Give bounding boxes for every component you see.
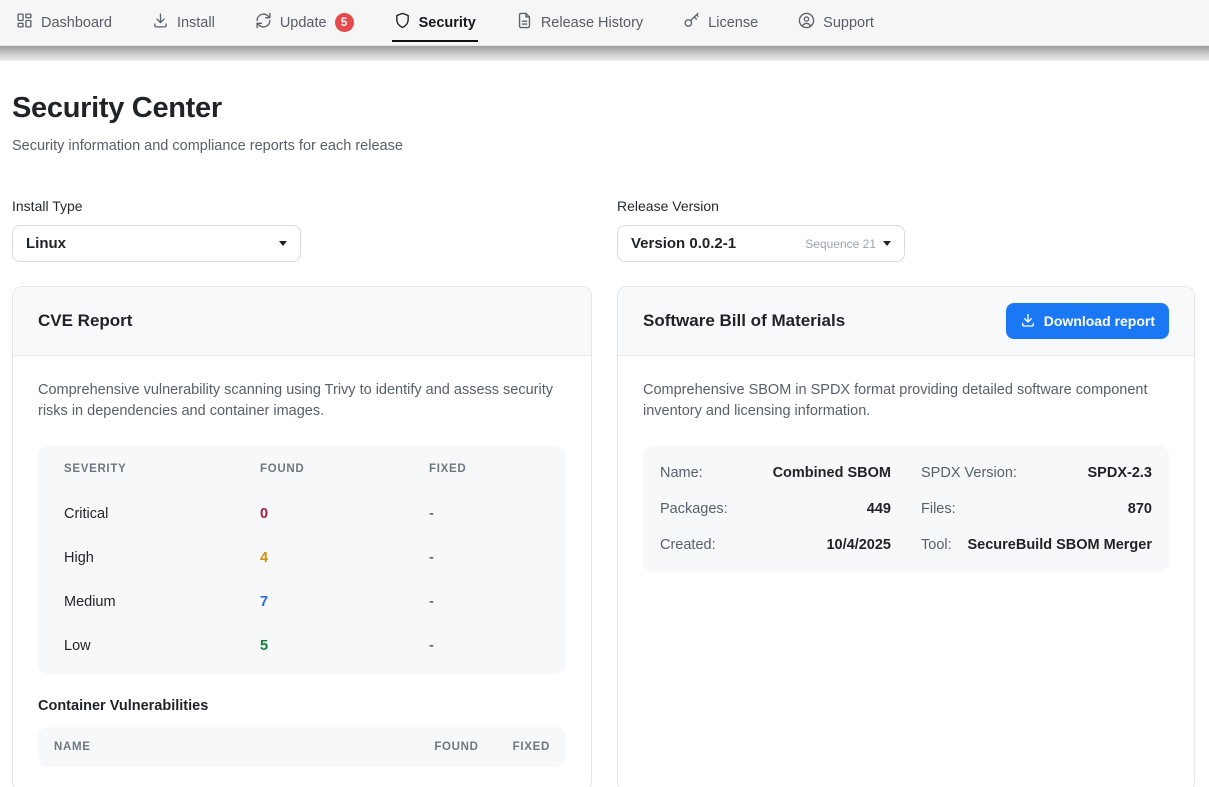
detail-value: SecureBuild SBOM Merger (967, 537, 1152, 553)
severity-found-2: 7 (260, 594, 429, 610)
severity-name: Medium (64, 594, 260, 610)
severity-found-0: 0 (260, 506, 429, 522)
release-version-label: Release Version (617, 198, 1195, 214)
cve-report-title: CVE Report (38, 311, 132, 331)
release-version-select[interactable]: Version 0.0.2-1 Sequence 21 (617, 225, 905, 262)
cve-report-description: Comprehensive vulnerability scanning usi… (38, 380, 566, 422)
container-table-header: NAME FOUND FIXED (38, 727, 566, 767)
release-sequence-hint: Sequence 21 (805, 237, 876, 251)
refresh-icon (255, 12, 272, 33)
sbom-detail-packages: Packages: 449 (660, 491, 891, 527)
nav-item-security[interactable]: Security (394, 0, 476, 45)
table-row: Medium 7 - (64, 580, 540, 624)
nav-label-support: Support (823, 15, 874, 31)
severity-found-3: 5 (260, 638, 429, 654)
severity-fixed: - (429, 550, 540, 566)
release-version-field: Release Version Version 0.0.2-1 Sequence… (617, 198, 1195, 262)
install-type-value: Linux (26, 235, 66, 252)
header-shadow (0, 46, 1209, 61)
support-icon (798, 12, 815, 33)
name-col-header: NAME (54, 741, 434, 753)
page-title: Security Center (12, 91, 1195, 125)
install-type-label: Install Type (12, 198, 592, 214)
container-vulnerabilities-title: Container Vulnerabilities (38, 698, 566, 714)
chevron-down-icon (279, 241, 287, 246)
cve-report-card: CVE Report Comprehensive vulnerability s… (12, 286, 592, 787)
page-subtitle: Security information and compliance repo… (12, 138, 1195, 154)
sbom-detail-name: Name: Combined SBOM (660, 455, 891, 491)
severity-name: Low (64, 638, 260, 654)
sbom-detail-spdx-version: SPDX Version: SPDX-2.3 (921, 455, 1152, 491)
update-count-badge: 5 (335, 13, 354, 32)
severity-fixed: - (429, 506, 540, 522)
table-row: Low 5 - (64, 624, 540, 668)
nav-label-license: License (708, 15, 758, 31)
nav-label-release-history: Release History (541, 15, 643, 31)
nav-label-dashboard: Dashboard (41, 15, 112, 31)
main-content: Security Center Security information and… (0, 61, 1209, 787)
sbom-detail-files: Files: 870 (921, 491, 1152, 527)
severity-fixed: - (429, 594, 540, 610)
detail-label: Files: (921, 501, 956, 517)
detail-value: 10/4/2025 (826, 537, 891, 553)
install-type-select[interactable]: Linux (12, 225, 301, 262)
sbom-header: Software Bill of Materials Download repo… (618, 287, 1194, 356)
severity-table: SEVERITY FOUND FIXED Critical 0 - High 4… (38, 446, 566, 674)
sbom-details-panel: Name: Combined SBOM SPDX Version: SPDX-2… (643, 446, 1169, 572)
table-row: Critical 0 - (64, 492, 540, 536)
shield-icon (394, 12, 411, 33)
nav-item-dashboard[interactable]: Dashboard (16, 0, 112, 45)
dashboard-icon (16, 12, 33, 33)
sbom-detail-created: Created: 10/4/2025 (660, 527, 891, 563)
severity-col-header: SEVERITY (64, 463, 260, 475)
download-icon (152, 12, 169, 33)
release-version-value: Version 0.0.2-1 (631, 235, 736, 252)
download-report-label: Download report (1044, 313, 1155, 329)
cards-row: CVE Report Comprehensive vulnerability s… (12, 286, 1195, 787)
install-type-field: Install Type Linux (12, 198, 592, 262)
severity-table-header: SEVERITY FOUND FIXED (64, 446, 540, 492)
found-col-header: FOUND (260, 463, 429, 475)
document-icon (516, 12, 533, 33)
detail-value: SPDX-2.3 (1088, 465, 1152, 481)
detail-label: Name: (660, 465, 703, 481)
severity-name: High (64, 550, 260, 566)
download-icon (1020, 312, 1036, 331)
nav-label-install: Install (177, 15, 215, 31)
nav-label-security: Security (419, 15, 476, 31)
nav-item-license[interactable]: License (683, 0, 758, 45)
detail-label: Packages: (660, 501, 728, 517)
sbom-card: Software Bill of Materials Download repo… (617, 286, 1195, 787)
cve-report-header: CVE Report (13, 287, 591, 356)
sbom-description: Comprehensive SBOM in SPDX format provid… (643, 380, 1169, 422)
table-row: High 4 - (64, 536, 540, 580)
severity-name: Critical (64, 506, 260, 522)
detail-value: Combined SBOM (773, 465, 891, 481)
cve-report-body: Comprehensive vulnerability scanning usi… (13, 356, 591, 787)
nav-item-release-history[interactable]: Release History (516, 0, 643, 45)
found-col-header: FOUND (434, 741, 478, 753)
filters-row: Install Type Linux Release Version Versi… (12, 198, 1195, 262)
top-nav: Dashboard Install Update 5 Security Rele… (0, 0, 1209, 46)
fixed-col-header: FIXED (429, 463, 540, 475)
severity-fixed: - (429, 638, 540, 654)
nav-label-update: Update (280, 15, 327, 31)
key-icon (683, 12, 700, 33)
download-report-button[interactable]: Download report (1006, 303, 1169, 339)
detail-label: Tool: (921, 537, 952, 553)
detail-value: 449 (867, 501, 891, 517)
sbom-detail-tool: Tool: SecureBuild SBOM Merger (921, 527, 1152, 563)
fixed-col-header: FIXED (513, 741, 550, 753)
sbom-title: Software Bill of Materials (643, 311, 845, 331)
detail-label: Created: (660, 537, 716, 553)
severity-found-1: 4 (260, 550, 429, 566)
nav-item-update[interactable]: Update 5 (255, 0, 354, 45)
nav-item-install[interactable]: Install (152, 0, 215, 45)
sbom-body: Comprehensive SBOM in SPDX format provid… (618, 356, 1194, 596)
detail-value: 870 (1128, 501, 1152, 517)
detail-label: SPDX Version: (921, 465, 1017, 481)
chevron-down-icon (883, 241, 891, 246)
nav-item-support[interactable]: Support (798, 0, 874, 45)
